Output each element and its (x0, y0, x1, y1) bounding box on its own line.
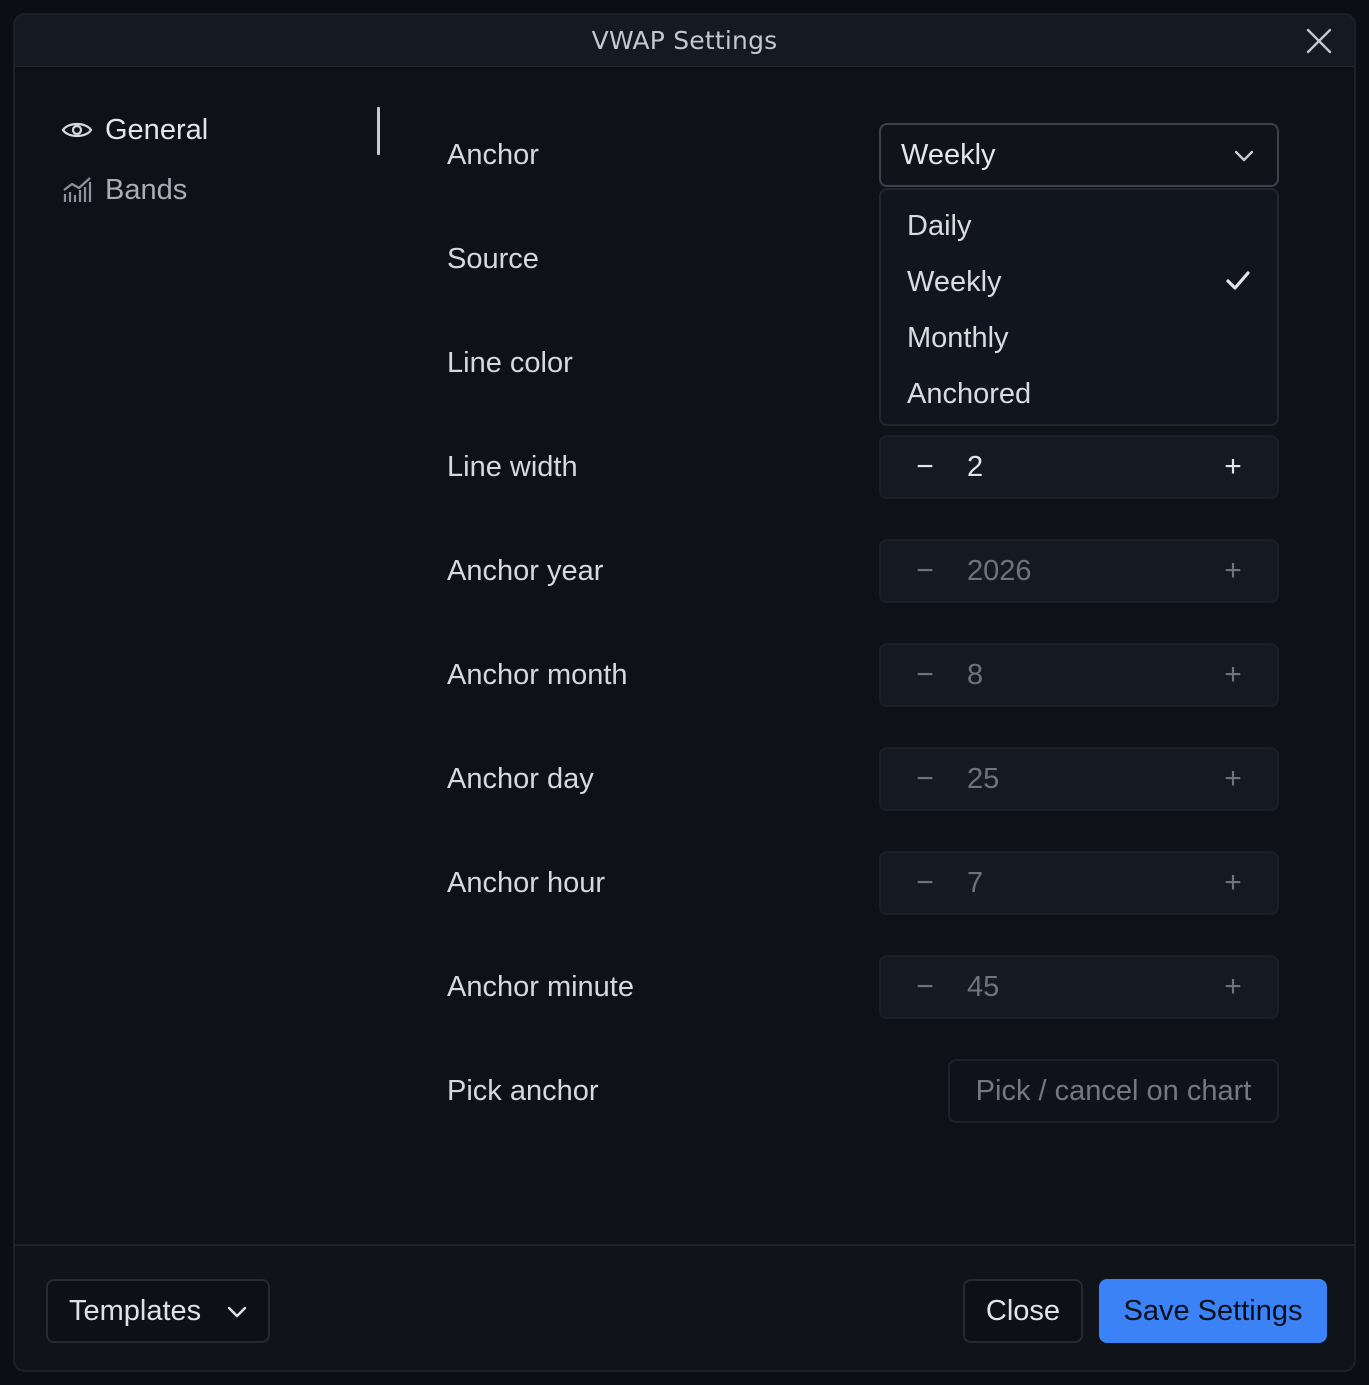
anchor-hour-label: Anchor hour (447, 867, 605, 899)
decrement-button[interactable]: − (895, 645, 955, 705)
decrement-button[interactable]: − (895, 749, 955, 809)
anchor-hour-stepper: − 7 + (879, 851, 1279, 915)
anchor-select-value: Weekly (901, 138, 996, 171)
anchor-minute-value[interactable]: 45 (967, 957, 999, 1017)
anchor-year-label: Anchor year (447, 555, 604, 587)
increment-button[interactable]: + (1203, 853, 1263, 913)
chevron-down-icon (226, 1301, 248, 1328)
chart-bars-icon (61, 174, 93, 206)
close-icon[interactable] (1304, 26, 1334, 56)
pick-anchor-label: Pick anchor (447, 1075, 599, 1107)
decrement-button[interactable]: − (895, 541, 955, 601)
line-width-stepper: − 2 + (879, 435, 1279, 499)
line-color-label: Line color (447, 347, 573, 379)
anchor-day-label: Anchor day (447, 763, 594, 795)
templates-button-label: Templates (69, 1294, 202, 1327)
anchor-hour-value[interactable]: 7 (967, 853, 983, 913)
anchor-month-stepper: − 8 + (879, 643, 1279, 707)
line-width-label: Line width (447, 451, 578, 483)
dialog-footer: Templates Close Save Settings (15, 1244, 1354, 1370)
sidebar-item-bands[interactable]: Bands (61, 170, 187, 210)
increment-button[interactable]: + (1203, 749, 1263, 809)
anchor-year-stepper: − 2026 + (879, 539, 1279, 603)
source-label: Source (447, 243, 539, 275)
anchor-dropdown-menu: Daily Weekly Monthly Anchored (879, 188, 1279, 426)
dialog-titlebar: VWAP Settings (15, 15, 1354, 67)
eye-icon (61, 114, 93, 146)
anchor-month-value[interactable]: 8 (967, 645, 983, 705)
sidebar-divider (377, 107, 380, 155)
save-settings-button[interactable]: Save Settings (1099, 1279, 1327, 1343)
increment-button[interactable]: + (1203, 645, 1263, 705)
settings-dialog: VWAP Settings General Bands Anchor Sourc… (13, 13, 1356, 1372)
checkmark-icon (1225, 270, 1251, 297)
pick-anchor-button-label: Pick / cancel on chart (975, 1074, 1252, 1107)
anchor-minute-label: Anchor minute (447, 971, 634, 1003)
menu-item-daily[interactable]: Daily (881, 198, 1277, 254)
chevron-down-icon (1233, 145, 1255, 172)
anchor-day-stepper: − 25 + (879, 747, 1279, 811)
templates-button[interactable]: Templates (46, 1279, 270, 1343)
sidebar-item-label: Bands (105, 173, 188, 206)
decrement-button[interactable]: − (895, 853, 955, 913)
settings-sidebar: General Bands (15, 67, 395, 1243)
close-button-label: Close (985, 1294, 1061, 1327)
sidebar-item-general[interactable]: General (61, 110, 208, 150)
menu-item-weekly[interactable]: Weekly (881, 254, 1277, 310)
decrement-button[interactable]: − (895, 437, 955, 497)
anchor-minute-stepper: − 45 + (879, 955, 1279, 1019)
anchor-month-label: Anchor month (447, 659, 628, 691)
menu-item-monthly[interactable]: Monthly (881, 310, 1277, 366)
menu-item-anchored[interactable]: Anchored (881, 366, 1277, 422)
sidebar-item-label: General (105, 113, 209, 146)
dialog-title: VWAP Settings (591, 26, 778, 55)
anchor-label: Anchor (447, 139, 539, 171)
decrement-button[interactable]: − (895, 957, 955, 1017)
increment-button[interactable]: + (1203, 437, 1263, 497)
line-width-value[interactable]: 2 (967, 437, 983, 497)
increment-button[interactable]: + (1203, 541, 1263, 601)
close-button[interactable]: Close (963, 1279, 1083, 1343)
pick-anchor-button[interactable]: Pick / cancel on chart (948, 1059, 1279, 1123)
save-settings-button-label: Save Settings (1123, 1294, 1303, 1327)
anchor-select[interactable]: Weekly (879, 123, 1279, 187)
increment-button[interactable]: + (1203, 957, 1263, 1017)
anchor-day-value[interactable]: 25 (967, 749, 999, 809)
anchor-year-value[interactable]: 2026 (967, 541, 1032, 601)
